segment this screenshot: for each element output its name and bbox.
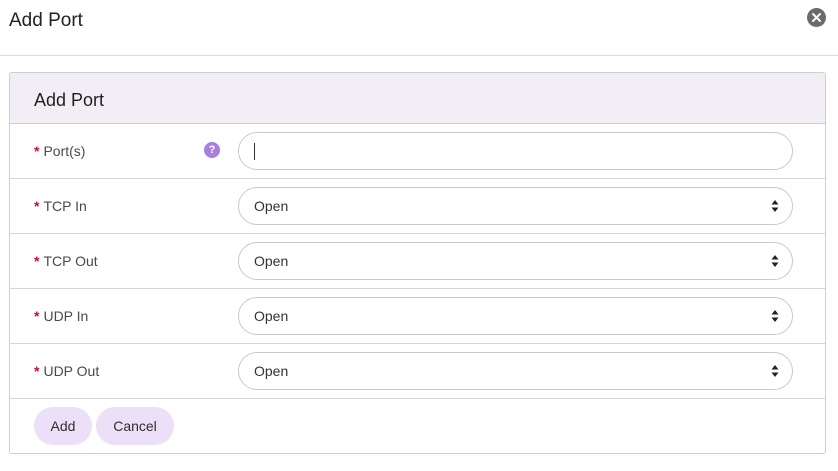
panel-heading: Add Port [10, 73, 825, 124]
sort-updown-icon [771, 365, 779, 377]
required-marker: * [34, 143, 40, 159]
tcp-out-row: * TCP Out Open [10, 234, 825, 289]
required-marker: * [34, 308, 40, 324]
add-port-panel: Add Port * Port(s) ? * TCP In Open * TCP Ou… [9, 72, 826, 454]
udp-out-select[interactable]: Open [238, 352, 793, 390]
ports-field [238, 132, 793, 170]
sort-updown-icon [771, 255, 779, 267]
udp-in-select[interactable]: Open [238, 297, 793, 335]
sort-updown-icon [771, 310, 779, 322]
dialog-header: Add Port [0, 0, 838, 56]
sort-updown-icon [771, 200, 779, 212]
udp-in-row: * UDP In Open [10, 289, 825, 344]
udp-out-label: * UDP Out [34, 344, 99, 399]
udp-out-value: Open [254, 363, 289, 379]
cancel-button[interactable]: Cancel [96, 407, 174, 445]
tcp-out-label: * TCP Out [34, 234, 98, 289]
udp-in-value: Open [254, 308, 289, 324]
text-caret [254, 143, 255, 160]
tcp-in-value: Open [254, 198, 289, 214]
tcp-out-label-text: TCP Out [43, 253, 98, 269]
tcp-in-label-text: TCP In [43, 198, 87, 214]
close-icon [812, 13, 821, 22]
udp-out-label-text: UDP Out [43, 363, 100, 379]
form-actions: Add Cancel [10, 399, 825, 453]
required-marker: * [34, 253, 40, 269]
required-marker: * [34, 198, 40, 214]
tcp-out-select[interactable]: Open [238, 242, 793, 280]
udp-out-row: * UDP Out Open [10, 344, 825, 399]
ports-label-text: Port(s) [43, 143, 86, 159]
panel-title: Add Port [34, 90, 105, 110]
ports-label: * Port(s) [34, 124, 85, 179]
tcp-in-select[interactable]: Open [238, 187, 793, 225]
required-marker: * [34, 363, 40, 379]
udp-in-label: * UDP In [34, 289, 88, 344]
question-icon[interactable]: ? [204, 142, 220, 158]
tcp-in-label: * TCP In [34, 179, 87, 234]
udp-in-label-text: UDP In [43, 308, 89, 324]
tcp-out-value: Open [254, 253, 289, 269]
tcp-in-row: * TCP In Open [10, 179, 825, 234]
ports-row: * Port(s) ? [10, 124, 825, 179]
dialog-title: Add Port [9, 10, 83, 31]
add-button[interactable]: Add [34, 407, 92, 445]
ports-input[interactable] [239, 133, 792, 169]
close-button[interactable] [807, 8, 826, 27]
